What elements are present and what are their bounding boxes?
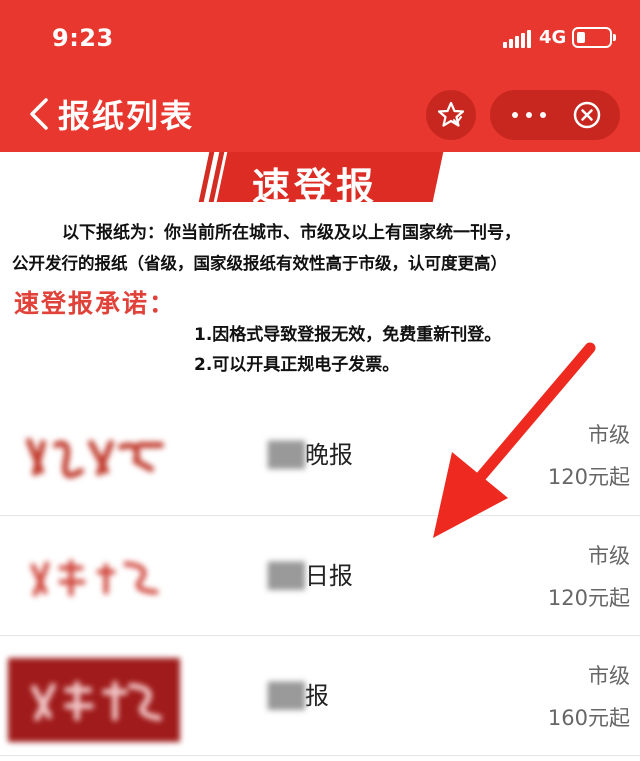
divider [0,755,640,756]
close-circle-icon[interactable] [572,100,602,130]
newspaper-name: ██日报 [268,562,353,590]
promise-title: 速登报承诺： [14,289,177,318]
blurred-text: ██ [268,682,305,710]
brand-banner: 速登报 [0,152,640,209]
signal-icon [503,30,533,48]
page-title: 报纸列表 [58,97,195,135]
blurred-text: ██ [268,562,305,590]
newspaper-price: 160元起 [547,706,630,730]
battery-icon [572,27,616,48]
promise-item: 2.可以开具正规电子发票。 [194,355,400,375]
mini-program-capsule [490,90,620,140]
newspaper-name: ██报 [268,682,329,710]
newspaper-level: 市级 [588,544,630,568]
promise-list: 1.因格式导致登报无效，免费重新刊登。 2.可以开具正规电子发票。 [194,320,501,380]
newspaper-name: ██晚报 [268,441,353,469]
blurred-text: ██ [268,441,305,469]
nav-bar: 报纸列表 [0,78,640,152]
intro-line-2: 公开发行的报纸（省级，国家级报纸有效性高于市级，认可度更高） [12,254,507,273]
newspaper-level: 市级 [588,664,630,688]
status-bar: 9:23 4G [0,0,640,78]
newspaper-level: 市级 [588,423,630,447]
newspaper-logo [8,658,180,742]
newspaper-row[interactable]: ██晚报 市级 120元起 [0,395,640,515]
newspaper-row[interactable]: ██日报 市级 120元起 [0,516,640,636]
star-icon[interactable] [426,90,476,140]
chevron-left-icon[interactable] [22,94,62,134]
intro-line-1: 以下报纸为：你当前所在城市、市级及以上有国家统一刊号， [62,223,521,243]
newspaper-logo [16,423,176,489]
more-icon[interactable] [504,100,554,130]
status-time: 9:23 [52,24,114,52]
banner-title: 速登报 [252,165,379,209]
newspaper-price: 120元起 [547,465,630,489]
newspaper-logo [16,544,176,610]
newspaper-price: 120元起 [547,586,630,610]
promise-item: 1.因格式导致登报无效，免费重新刊登。 [194,325,502,345]
network-type: 4G [539,27,567,48]
newspaper-row[interactable]: ██报 市级 160元起 [0,636,640,756]
header: 9:23 4G 报纸列表 [0,0,640,152]
